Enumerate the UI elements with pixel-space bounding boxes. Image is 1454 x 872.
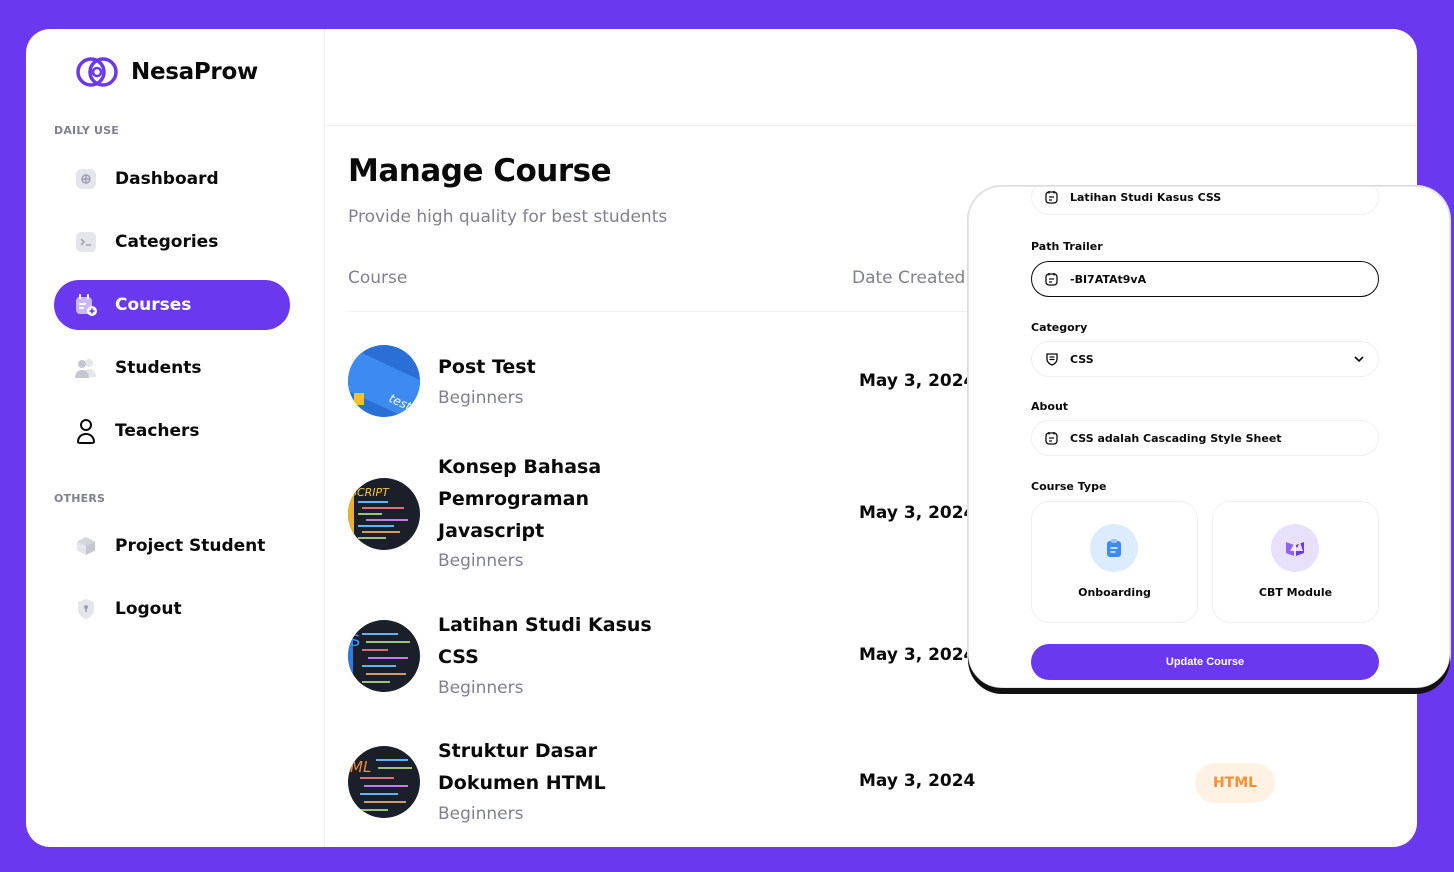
sidebar-item-label: Courses	[115, 295, 192, 315]
sidebar-item-label: Categories	[115, 232, 219, 252]
course-title[interactable]: Post Test	[438, 351, 678, 383]
category-badge: HTML	[1195, 763, 1275, 803]
section-label-others: OTHERS	[54, 492, 106, 505]
course-level: Beginners	[438, 678, 524, 698]
column-header-course: Course	[348, 268, 408, 288]
category-label: Category	[1031, 321, 1088, 334]
course-thumbnail[interactable]: test	[348, 345, 420, 417]
calendar-add-icon	[74, 293, 98, 317]
thumbnail-caption: SCRIPT	[350, 486, 390, 499]
shield-icon	[74, 597, 98, 621]
course-type-label-text: CBT Module	[1258, 586, 1333, 599]
sidebar-item-dashboard[interactable]: Dashboard	[54, 154, 290, 204]
app-name: NesaProw	[131, 59, 258, 85]
course-level: Beginners	[438, 804, 524, 824]
page-subtitle: Provide high quality for best students	[348, 207, 668, 227]
course-title[interactable]: Latihan Studi Kasus CSS	[438, 609, 678, 673]
path-trailer-label: Path Trailer	[1031, 240, 1103, 253]
user-icon	[74, 419, 98, 444]
sidebar-item-label: Logout	[115, 599, 182, 619]
clipboard-icon	[1090, 524, 1138, 572]
course-date: May 3, 2024	[859, 371, 976, 391]
category-value: CSS	[1070, 352, 1094, 366]
course-date: May 3, 2024	[859, 503, 976, 523]
note-icon	[1044, 189, 1060, 205]
course-title[interactable]: Struktur Dasar Dokumen HTML	[438, 735, 678, 799]
sidebar-item-logout[interactable]: Logout	[54, 584, 290, 634]
dashboard-icon	[74, 167, 98, 191]
thumbnail-caption: S	[350, 631, 360, 650]
sidebar-item-categories[interactable]: Categories	[54, 217, 290, 267]
thumbnail-caption: ML	[350, 758, 371, 776]
course-date: May 3, 2024	[859, 771, 976, 791]
note-icon	[1044, 430, 1060, 446]
logo[interactable]: NesaProw	[75, 55, 258, 89]
chevron-down-icon	[1352, 352, 1366, 369]
book-icon	[1271, 524, 1319, 572]
course-thumbnail[interactable]: SCRIPT	[348, 478, 420, 550]
course-level: Beginners	[438, 551, 524, 571]
update-course-button[interactable]: Update Course	[1031, 644, 1379, 680]
sidebar-item-teachers[interactable]: Teachers	[54, 406, 290, 456]
terminal-icon	[74, 230, 98, 254]
sidebar-item-project-student[interactable]: Project Student	[54, 521, 290, 571]
page-title: Manage Course	[348, 153, 612, 189]
box-icon	[74, 534, 98, 558]
sidebar-item-students[interactable]: Students	[54, 343, 290, 393]
category-select[interactable]: CSS	[1031, 341, 1379, 377]
edit-course-form: Latihan Studi Kasus CSS Path Trailer -BI…	[968, 186, 1450, 688]
course-date: May 3, 2024	[859, 645, 976, 665]
sidebar-item-label: Project Student	[115, 536, 266, 556]
course-type-label-text: Onboarding	[1078, 586, 1151, 599]
course-level: Beginners	[438, 388, 524, 408]
course-type-label: Course Type	[1031, 480, 1107, 493]
course-title[interactable]: Konsep Bahasa Pemrograman Javascript	[438, 451, 678, 547]
course-thumbnail[interactable]: S	[348, 620, 420, 692]
course-type-cbt-module[interactable]: CBT Module	[1212, 501, 1379, 623]
sidebar-item-courses[interactable]: Courses	[54, 280, 290, 330]
note-icon	[1044, 271, 1060, 287]
course-thumbnail[interactable]: ML	[348, 746, 420, 818]
section-label-daily-use: DAILY USE	[54, 124, 119, 137]
about-field[interactable]: CSS adalah Cascading Style Sheet	[1031, 420, 1379, 456]
course-name-value: Latihan Studi Kasus CSS	[1070, 190, 1222, 204]
column-header-date-created: Date Created	[852, 268, 966, 288]
path-trailer-field[interactable]: -BI7ATAt9vA	[1031, 261, 1379, 297]
about-value: CSS adalah Cascading Style Sheet	[1070, 431, 1282, 445]
tag-icon	[1044, 351, 1060, 367]
logo-icon	[76, 57, 118, 87]
sidebar-item-label: Students	[115, 358, 202, 378]
course-name-field[interactable]: Latihan Studi Kasus CSS	[1031, 187, 1379, 215]
sidebar-item-label: Teachers	[115, 421, 200, 441]
people-icon	[74, 356, 98, 380]
course-type-onboarding[interactable]: Onboarding	[1031, 501, 1198, 623]
path-trailer-value: -BI7ATAt9vA	[1070, 272, 1147, 286]
sidebar: NesaProw DAILY USE Dashboard Categories …	[26, 29, 325, 847]
sidebar-item-label: Dashboard	[115, 169, 219, 189]
about-label: About	[1031, 400, 1069, 413]
top-bar	[326, 29, 1417, 126]
